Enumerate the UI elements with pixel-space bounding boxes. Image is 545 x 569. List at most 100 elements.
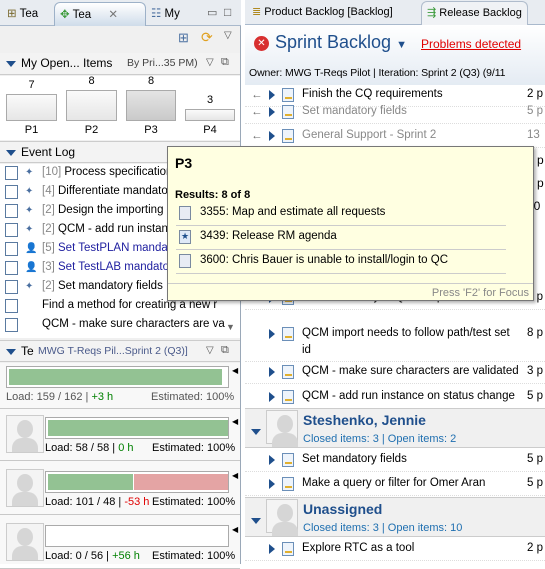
story-icon [282, 105, 294, 119]
collapse-icon[interactable] [6, 149, 16, 156]
member-load-bar [45, 471, 229, 493]
event-text: QCM - make sure characters are va [42, 318, 225, 330]
expand-icon[interactable] [269, 392, 275, 402]
user-icon: 👤 [25, 262, 38, 273]
expand-icon[interactable] [269, 329, 275, 339]
collapse-icon[interactable] [6, 60, 16, 67]
backlog-row[interactable]: ← General Support - Sprint 2 13 [245, 126, 545, 148]
tab-my-work[interactable]: ☷ My [146, 2, 185, 26]
minimize-icon[interactable]: ▭ [207, 6, 217, 19]
view-menu-icon[interactable]: ▽ [224, 30, 232, 41]
popout-icon[interactable]: ⧉ [221, 344, 229, 357]
row-title: QCM - add run instance on status change [302, 390, 515, 402]
bar-category-label: P4 [203, 124, 217, 136]
row-title: Make a query or filter for Omer Aran [302, 477, 486, 489]
backlog-row[interactable]: Set mandatory fields 5 p [245, 450, 545, 472]
editor-header: ✕ Sprint Backlog ▼ Problems detected Own… [245, 25, 545, 85]
row-points: 3 p [527, 365, 543, 377]
bar-P2[interactable] [66, 90, 117, 121]
grouping-label[interactable]: By Pri...35 PM) [127, 57, 198, 69]
backlog-row[interactable]: Explore RTC as a tool 2 p [245, 539, 545, 561]
story-icon [282, 542, 294, 556]
collapse-icon[interactable] [251, 518, 261, 524]
tooltip-item[interactable]: ★ 3439: Release RM agenda [176, 226, 506, 250]
backlog-row[interactable]: QCM - add run instance on status change 5… [245, 387, 545, 409]
tooltip-item[interactable]: 3600: Chris Bauer is unable to install/l… [176, 250, 506, 274]
work-item-icon [5, 185, 18, 199]
bar-P1[interactable] [6, 94, 57, 121]
scroll-down-icon[interactable]: ▼ [226, 322, 235, 332]
team-scope-label[interactable]: MWG T-Reqs Pil...Sprint 2 (Q3)] [38, 345, 188, 357]
expand-icon[interactable] [269, 367, 275, 377]
release-backlog-icon: ⇶ [427, 7, 437, 19]
story-icon [282, 390, 294, 404]
maximize-icon[interactable]: □ [224, 5, 231, 19]
collapse-icon[interactable] [6, 348, 16, 355]
owner-group[interactable]: Unassigned Closed items: 3 | Open items: … [245, 497, 545, 537]
backlog-row[interactable]: QCM - make sure characters are validated… [245, 362, 545, 384]
tab-release-backlog[interactable]: ⇶ Release Backlog [421, 1, 528, 25]
task-icon [179, 254, 191, 268]
expand-icon[interactable] [269, 455, 275, 465]
member-load-bar [45, 525, 229, 547]
team-central-icon: ✥ [60, 9, 70, 21]
change-icon: ✦ [25, 224, 34, 235]
tooltip-item[interactable]: 3355: Map and estimate all requests [176, 202, 506, 226]
avatar[interactable] [6, 523, 44, 561]
overload-fill [133, 474, 228, 490]
row-title: Set mandatory fields [302, 453, 407, 465]
close-icon[interactable]: ✕ [108, 9, 118, 21]
total-load-text: Load: 159 / 162 | +3 h [6, 391, 114, 403]
menu-arrow-icon[interactable]: ◀ [232, 471, 238, 480]
problems-link[interactable]: Problems detected [421, 37, 521, 51]
avatar[interactable] [6, 469, 44, 507]
popout-icon[interactable]: ⧉ [221, 56, 229, 69]
avatar[interactable] [6, 415, 44, 453]
expand-icon[interactable] [269, 479, 275, 489]
row-title: Finish the CQ requirements [302, 88, 443, 100]
priority-tooltip: P3 Results: 8 of 8 Press 'F2' for Focus … [167, 146, 534, 301]
change-icon: ✦ [25, 205, 34, 216]
tooltip-item-text: 3439: Release RM agenda [200, 230, 337, 242]
editor-title[interactable]: Sprint Backlog ▼ [275, 32, 407, 53]
backlog-row[interactable]: ← Set mandatory fields 5 p [245, 102, 545, 124]
expand-icon[interactable] [269, 544, 275, 554]
my-open-items-header[interactable]: My Open... Items By Pri...35 PM) ▽ ⧉ [0, 53, 240, 75]
expand-icon[interactable] [269, 131, 275, 141]
menu-arrow-icon[interactable]: ◀ [232, 417, 238, 426]
team-load-header[interactable]: Te MWG T-Reqs Pil...Sprint 2 (Q3)] ▽ ⧉ [0, 340, 240, 362]
dropdown-icon[interactable]: ▽ [206, 345, 214, 356]
dropdown-icon[interactable]: ▽ [206, 57, 214, 68]
tooltip-item-text: 3600: Chris Bauer is unable to install/l… [200, 254, 449, 266]
story-icon [282, 453, 294, 467]
bar-value: 7 [28, 79, 35, 91]
tooltip-item-text: 3355: Map and estimate all requests [200, 206, 386, 218]
add-section-icon[interactable]: ⊞ [178, 30, 189, 46]
tab-team-org[interactable]: ⊞ Tea [2, 2, 43, 26]
bar-P3[interactable] [126, 90, 176, 121]
row-title: General Support - Sprint 2 [302, 129, 437, 141]
event-item[interactable]: QCM - make sure characters are va [0, 316, 240, 335]
back-arrow-icon: ← [251, 106, 263, 118]
backlog-icon: ≣ [252, 6, 262, 18]
menu-arrow-icon[interactable]: ◀ [232, 366, 238, 375]
change-icon: ✦ [25, 167, 34, 178]
tab-team-central[interactable]: ✥ Tea ✕ [54, 2, 146, 26]
refresh-icon[interactable]: ⟳ [201, 29, 213, 46]
expand-icon[interactable] [269, 107, 275, 117]
tab-product-backlog[interactable]: ≣ Product Backlog [Backlog] [247, 1, 398, 25]
backlog-row[interactable]: QCM import needs to follow path/test set… [245, 324, 545, 362]
bar-value: 8 [147, 75, 155, 87]
event-count: [4] [42, 185, 55, 197]
backlog-row[interactable]: Make a query or filter for Omer Aran 5 p [245, 474, 545, 496]
story-icon [282, 477, 294, 491]
collapse-icon[interactable] [251, 429, 261, 435]
member-load-text: Load: 0 / 56 | +56 h [45, 550, 140, 562]
owner-group[interactable]: Steshenko, Jennie Closed items: 3 | Open … [245, 408, 545, 448]
expand-icon[interactable] [269, 90, 275, 100]
row-title: Explore RTC as a tool [302, 542, 415, 554]
bar-P4[interactable] [185, 109, 235, 121]
row-title: QCM - make sure characters are validated [302, 365, 519, 377]
menu-arrow-icon[interactable]: ◀ [232, 525, 238, 534]
member-load-text: Load: 101 / 48 | -53 h [45, 496, 150, 508]
